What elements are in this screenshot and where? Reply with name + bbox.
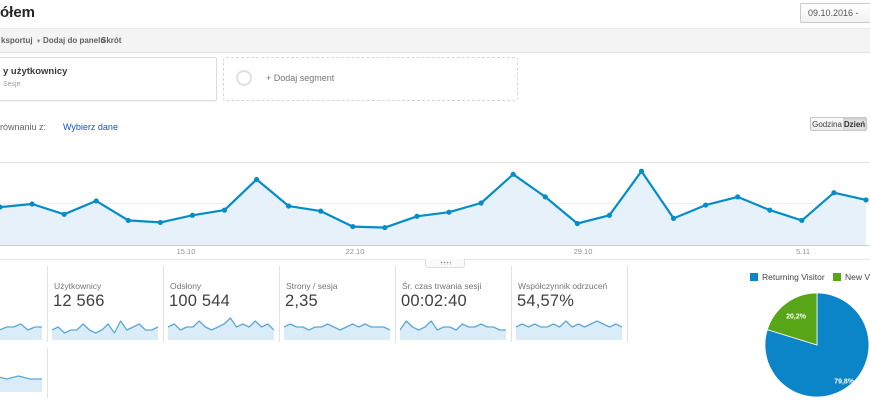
visitor-type-pie-chart: 79,8% 20,2% <box>762 290 870 402</box>
granularity-hour-button[interactable]: Godzina <box>810 117 844 131</box>
metric-card-avg-session-duration[interactable]: Śr. czas trwania sesji 00:02:40 <box>396 266 512 342</box>
metric-value: 54,57% <box>517 292 575 310</box>
legend-swatch-returning <box>750 273 758 281</box>
metric-card-pages-per-session[interactable]: Strony / sesja 2,35 <box>280 266 396 342</box>
metric-label: Współczynnik odrzuceń <box>518 281 608 291</box>
metric-label: Strony / sesja <box>286 281 338 291</box>
x-tick: 29.10 <box>573 247 593 256</box>
metric-card-cropped[interactable] <box>0 266 48 342</box>
pie-slice-label: 79,8% <box>834 378 855 386</box>
compare-label: równaniu z: <box>0 122 47 132</box>
add-segment-button[interactable]: + Dodaj segment <box>223 57 518 101</box>
metric-card-bounce-rate[interactable]: Współczynnik odrzuceń 54,57% <box>512 266 628 342</box>
metric-value: 12 566 <box>53 292 105 310</box>
date-range-selector[interactable]: 09.10.2016 - <box>800 3 870 23</box>
shortcut-button[interactable]: Skrót <box>101 36 121 45</box>
metric-card-users[interactable]: Użytkownicy 12 566 <box>48 266 164 342</box>
add-to-dashboard-button[interactable]: Dodaj do panelu <box>43 36 105 45</box>
active-segment-card[interactable]: y użytkownicy Sesje <box>0 57 217 101</box>
sessions-timeline-chart <box>0 150 870 246</box>
metric-value: 00:02:40 <box>401 292 467 310</box>
metric-label: Odsłony <box>170 281 202 291</box>
pie-slice-label: 20,2% <box>786 313 806 321</box>
metric-label: Śr. czas trwania sesji <box>402 281 482 291</box>
metric-label: Użytkownicy <box>54 281 102 291</box>
metric-value: 100 544 <box>169 292 231 310</box>
metric-sparkline <box>167 314 275 347</box>
metric-sparkline <box>399 314 506 347</box>
chevron-down-icon: ▼ <box>35 39 42 45</box>
segment-title: y użytkownicy <box>3 66 68 77</box>
page-title: ółem <box>0 4 36 21</box>
sessions-chart-svg <box>0 162 870 246</box>
metric-card-pageviews[interactable]: Odsłony 100 544 <box>164 266 280 342</box>
segment-circle-icon <box>236 70 252 86</box>
x-tick: 22.10 <box>345 247 365 256</box>
segment-subtitle: Sesje <box>3 81 21 88</box>
metric-value: 2,35 <box>285 292 318 310</box>
metric-sparkline <box>283 314 391 347</box>
report-toolbar: ksportuj ▼ Dodaj do panelu Skrót <box>0 28 870 53</box>
legend-new-visitor: New Visitor <box>833 272 870 282</box>
select-data-link[interactable]: Wybierz dane <box>63 122 118 132</box>
metric-card-cropped[interactable] <box>0 348 48 398</box>
x-tick: 5.11 <box>795 247 811 256</box>
x-tick: 15.10 <box>176 247 196 256</box>
legend-returning-visitor: Returning Visitor <box>750 272 825 282</box>
metric-sparkline <box>0 314 42 347</box>
metric-sparkline <box>0 366 42 399</box>
add-segment-label: + Dodaj segment <box>266 73 335 83</box>
grip-dots-icon <box>440 261 451 265</box>
legend-swatch-new <box>833 273 841 281</box>
export-button[interactable]: ksportuj ▼ <box>1 36 42 45</box>
metric-sparkline <box>51 314 159 347</box>
granularity-day-button[interactable]: Dzień <box>843 117 867 131</box>
metric-sparkline <box>515 314 623 347</box>
